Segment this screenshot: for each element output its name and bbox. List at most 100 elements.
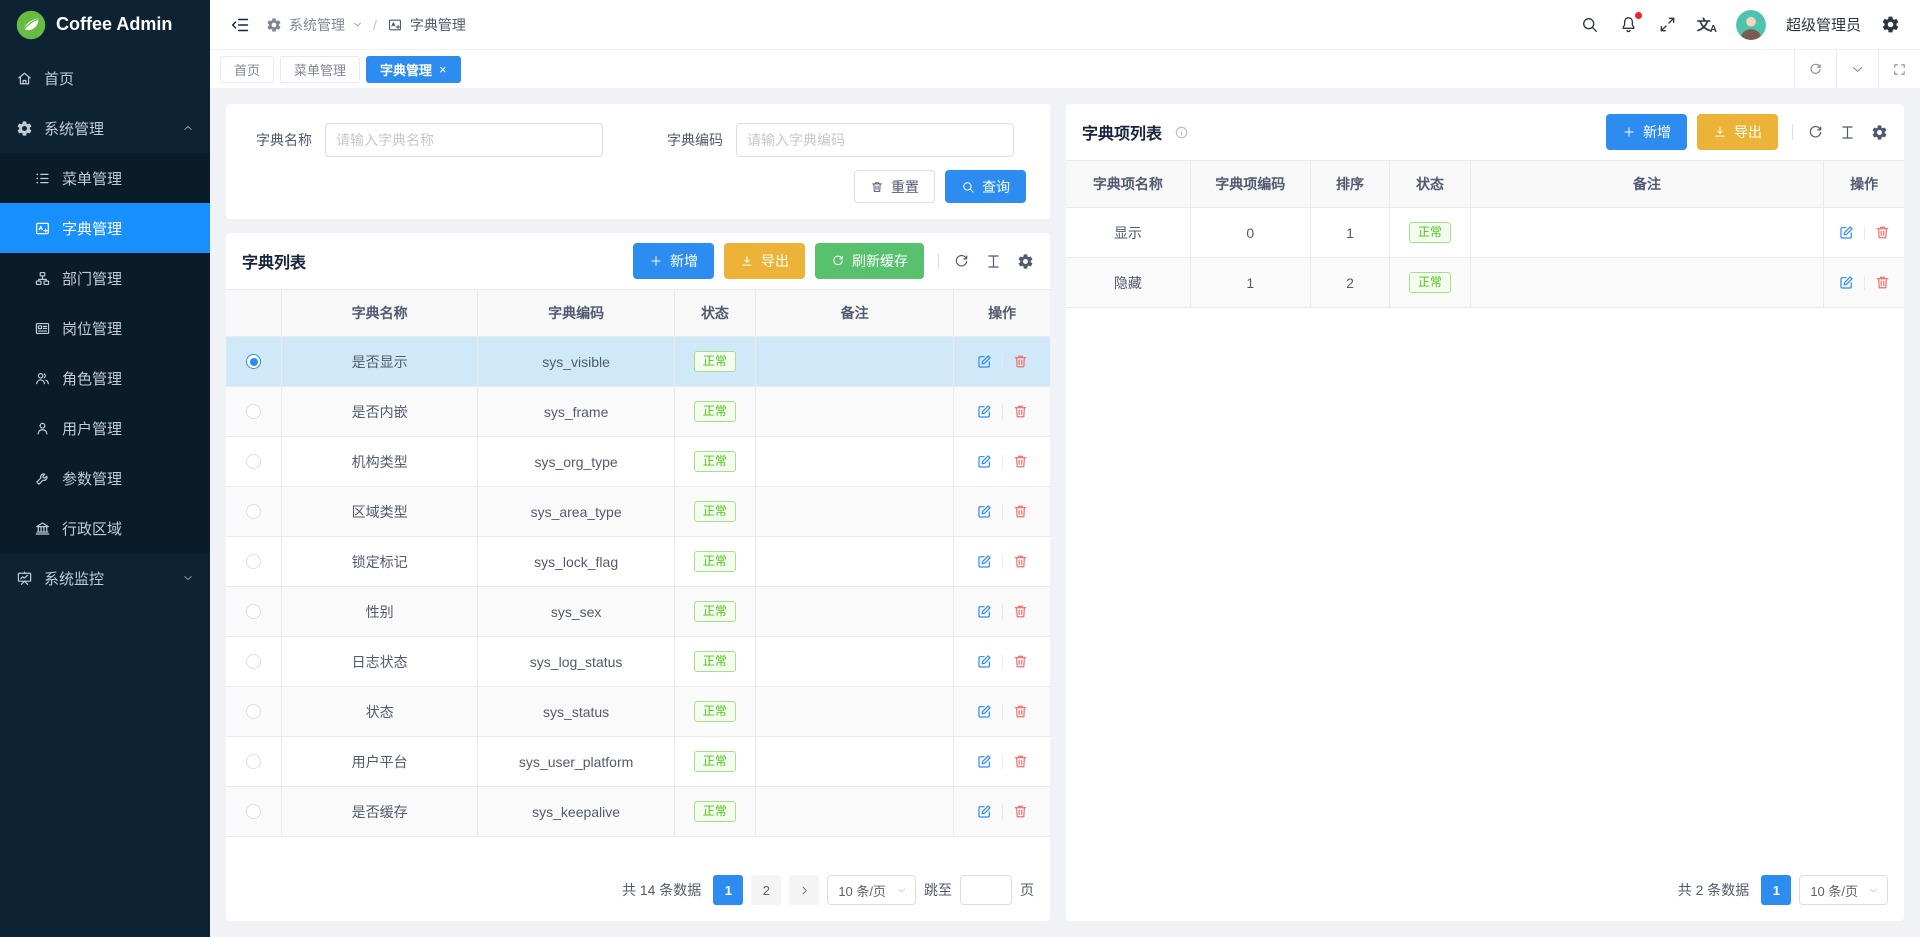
settings-gear-icon[interactable] <box>1881 15 1900 34</box>
trash-icon[interactable] <box>1012 403 1029 420</box>
page-button-1[interactable]: 1 <box>713 875 743 905</box>
table-row[interactable]: 区域类型sys_area_type正常 <box>226 487 1050 537</box>
page-size-select[interactable]: 10 条/页 <box>1799 875 1888 905</box>
edit-icon[interactable] <box>976 403 993 420</box>
sidebar-item-3[interactable]: 字典管理 <box>0 203 210 253</box>
notifications-button[interactable] <box>1619 15 1638 34</box>
dict-name-input[interactable] <box>325 123 603 157</box>
sidebar-item-0[interactable]: 首页 <box>0 53 210 103</box>
sidebar-item-9[interactable]: 行政区域 <box>0 503 210 553</box>
sidebar-item-8[interactable]: 参数管理 <box>0 453 210 503</box>
table-row[interactable]: 是否显示sys_visible正常 <box>226 337 1050 387</box>
page-button-1[interactable]: 1 <box>1761 875 1791 905</box>
table-row[interactable]: 显示01正常 <box>1066 208 1904 258</box>
menu-list-icon <box>34 170 51 187</box>
trash-icon[interactable] <box>1012 753 1029 770</box>
edit-icon[interactable] <box>976 653 993 670</box>
trash-icon[interactable] <box>1012 503 1029 520</box>
tabs-refresh-button[interactable] <box>1794 50 1836 88</box>
tab-1[interactable]: 菜单管理 <box>280 56 360 83</box>
table-row[interactable]: 锁定标记sys_lock_flag正常 <box>226 537 1050 587</box>
column-settings-icon[interactable] <box>1017 253 1034 270</box>
edit-icon[interactable] <box>1838 274 1855 291</box>
trash-icon[interactable] <box>1012 703 1029 720</box>
sidebar-item-5[interactable]: 岗位管理 <box>0 303 210 353</box>
table-row[interactable]: 是否缓存sys_keepalive正常 <box>226 787 1050 837</box>
row-radio[interactable] <box>246 404 261 419</box>
trash-icon[interactable] <box>1012 453 1029 470</box>
close-icon[interactable]: × <box>439 63 447 76</box>
sidebar-item-6[interactable]: 角色管理 <box>0 353 210 403</box>
row-radio[interactable] <box>246 454 261 469</box>
search-icon[interactable] <box>1580 15 1599 34</box>
trash-icon[interactable] <box>1012 553 1029 570</box>
fullscreen-icon[interactable] <box>1658 15 1677 34</box>
row-radio[interactable] <box>246 654 261 669</box>
edit-icon[interactable] <box>976 503 993 520</box>
translate-icon[interactable]: 文A <box>1697 15 1716 35</box>
edit-icon[interactable] <box>976 353 993 370</box>
row-radio[interactable] <box>246 604 261 619</box>
trash-icon[interactable] <box>1012 653 1029 670</box>
current-user-name[interactable]: 超级管理员 <box>1786 14 1861 35</box>
tabs-menu-button[interactable] <box>1836 50 1878 88</box>
edit-icon[interactable] <box>976 553 993 570</box>
next-page-button[interactable] <box>789 875 819 905</box>
dict-list-title: 字典列表 <box>242 249 306 273</box>
tab-0[interactable]: 首页 <box>220 56 274 83</box>
row-radio[interactable] <box>246 354 261 369</box>
sidebar-item-1[interactable]: 系统管理 <box>0 103 210 153</box>
query-button[interactable]: 查询 <box>945 170 1026 203</box>
tabs-fullscreen-button[interactable] <box>1878 50 1920 88</box>
page-button-2[interactable]: 2 <box>751 875 781 905</box>
row-height-icon[interactable] <box>1839 124 1856 141</box>
table-refresh-icon[interactable] <box>1807 124 1824 141</box>
item-add-button[interactable]: 新增 <box>1606 114 1687 150</box>
sidebar-item-10[interactable]: 系统监控 <box>0 553 210 603</box>
row-radio[interactable] <box>246 554 261 569</box>
sidebar-item-7[interactable]: 用户管理 <box>0 403 210 453</box>
edit-icon[interactable] <box>976 603 993 620</box>
row-radio[interactable] <box>246 804 261 819</box>
table-row[interactable]: 用户平台sys_user_platform正常 <box>226 737 1050 787</box>
sidebar-item-4[interactable]: 部门管理 <box>0 253 210 303</box>
dict-export-button[interactable]: 导出 <box>724 243 805 279</box>
table-row[interactable]: 隐藏12正常 <box>1066 258 1904 308</box>
refresh-cache-button[interactable]: 刷新缓存 <box>815 243 924 279</box>
trash-icon[interactable] <box>1012 603 1029 620</box>
edit-icon[interactable] <box>976 453 993 470</box>
tab-label: 菜单管理 <box>294 60 346 79</box>
trash-icon[interactable] <box>1012 353 1029 370</box>
breadcrumb-item[interactable]: 系统管理 <box>266 15 363 35</box>
table-row[interactable]: 状态sys_status正常 <box>226 687 1050 737</box>
breadcrumb-item[interactable]: 字典管理 <box>387 15 466 35</box>
row-radio[interactable] <box>246 704 261 719</box>
sidebar-item-2[interactable]: 菜单管理 <box>0 153 210 203</box>
action-divider <box>1002 605 1003 619</box>
row-height-icon[interactable] <box>985 253 1002 270</box>
column-settings-icon[interactable] <box>1871 124 1888 141</box>
page-size-select[interactable]: 10 条/页 <box>827 875 916 905</box>
dict-add-button[interactable]: 新增 <box>633 243 714 279</box>
trash-icon[interactable] <box>1874 224 1891 241</box>
table-row[interactable]: 日志状态sys_log_status正常 <box>226 637 1050 687</box>
jump-input[interactable] <box>960 875 1012 905</box>
table-row[interactable]: 是否内嵌sys_frame正常 <box>226 387 1050 437</box>
table-refresh-icon[interactable] <box>953 253 970 270</box>
trash-icon[interactable] <box>1874 274 1891 291</box>
item-export-button[interactable]: 导出 <box>1697 114 1778 150</box>
edit-icon[interactable] <box>976 703 993 720</box>
edit-icon[interactable] <box>976 803 993 820</box>
row-radio[interactable] <box>246 504 261 519</box>
table-row[interactable]: 性别sys_sex正常 <box>226 587 1050 637</box>
avatar[interactable] <box>1736 10 1766 40</box>
dict-code-input[interactable] <box>736 123 1014 157</box>
edit-icon[interactable] <box>976 753 993 770</box>
reset-button[interactable]: 重置 <box>854 170 935 203</box>
tab-2[interactable]: 字典管理× <box>366 56 461 83</box>
row-radio[interactable] <box>246 754 261 769</box>
table-row[interactable]: 机构类型sys_org_type正常 <box>226 437 1050 487</box>
edit-icon[interactable] <box>1838 224 1855 241</box>
menu-fold-icon[interactable] <box>230 15 250 35</box>
trash-icon[interactable] <box>1012 803 1029 820</box>
